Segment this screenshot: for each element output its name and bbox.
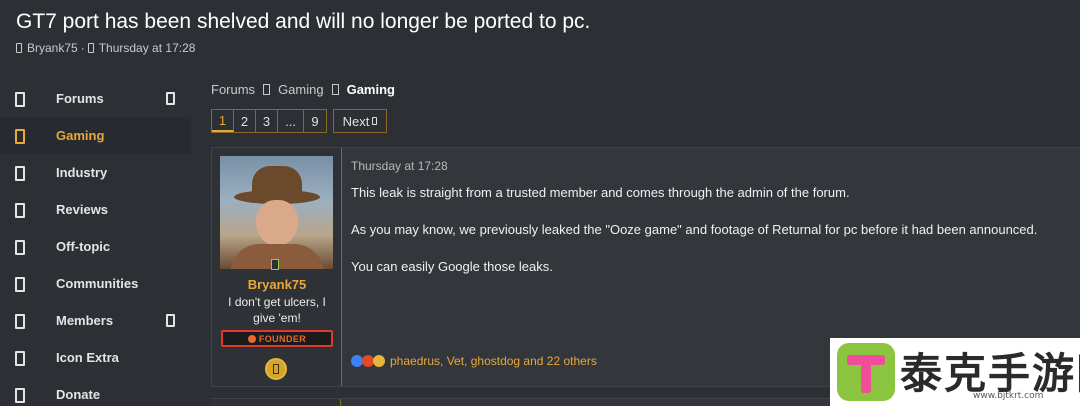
pagination: 1 2 3 ... 9 [211, 109, 327, 133]
sidebar-item-industry[interactable]: Industry [0, 154, 190, 191]
sidebar-item-label: Industry [56, 165, 108, 180]
sidebar-item-icon-extra[interactable]: Icon Extra [0, 339, 190, 376]
user-title: I don't get ulcers, I give 'em! [228, 295, 326, 325]
page-link[interactable]: 2 [234, 110, 256, 132]
watermark-logo-icon [837, 343, 895, 401]
communities-icon [15, 277, 25, 292]
sidebar-item-donate[interactable]: Donate [0, 376, 190, 406]
sidebar-item-gaming[interactable]: Gaming [0, 117, 190, 154]
sidebar-item-label: Forums [56, 91, 104, 106]
founder-logo-icon [247, 334, 256, 343]
post-date[interactable]: Thursday at 17:28 [351, 159, 448, 173]
post-paragraph: This leak is straight from a trusted mem… [351, 185, 850, 200]
off-topic-icon [15, 240, 25, 255]
page-jump[interactable]: ... [278, 110, 304, 132]
sidebar-item-forums[interactable]: Forums [0, 80, 190, 117]
reviews-icon [15, 203, 25, 218]
page-link[interactable]: 3 [256, 110, 278, 132]
sidebar-item-label: Off-topic [56, 239, 111, 254]
chevron-right-icon [331, 84, 339, 95]
founder-label: FOUNDER [258, 333, 307, 344]
sidebar-item-reviews[interactable]: Reviews [0, 191, 190, 228]
sidebar-item-label: Icon Extra [56, 350, 119, 365]
next-page-button[interactable]: Next [333, 109, 387, 133]
reactions-text[interactable]: phaedrus, Vet, ghostdog and 22 others [390, 354, 597, 368]
chevron-right-icon [372, 117, 378, 125]
breadcrumb-item[interactable]: Forums [211, 82, 255, 97]
sidebar-item-off-topic[interactable]: Off-topic [0, 228, 190, 265]
thread-title: GT7 port has been shelved and will no lo… [16, 10, 591, 33]
reactions-bar[interactable]: phaedrus, Vet, ghostdog and 22 others [351, 354, 597, 368]
trophy-badge-icon[interactable] [265, 358, 287, 380]
sidebar-item-label: Reviews [56, 202, 109, 217]
next-label: Next [342, 113, 370, 129]
thread-meta: Bryank75 · Thursday at 17:28 [16, 41, 195, 55]
gaming-icon [15, 129, 25, 144]
thread-date[interactable]: Thursday at 17:28 [99, 41, 196, 55]
breadcrumb: Forums Gaming Gaming [211, 82, 395, 97]
logo-stem [861, 363, 871, 393]
post-user-panel: Bryank75 I don't get ulcers, I give 'em!… [212, 148, 342, 386]
chevron-right-icon [263, 84, 271, 95]
breadcrumb-current[interactable]: Gaming [347, 82, 395, 97]
post-username[interactable]: Bryank75 [212, 277, 342, 292]
sidebar-item-label: Communities [56, 276, 139, 291]
donate-icon [15, 388, 25, 403]
sidebar: Forums Gaming Industry Reviews Off-topic… [0, 80, 190, 406]
breadcrumb-item[interactable]: Gaming [278, 82, 324, 97]
post-paragraph: You can easily Google those leaks. [351, 259, 553, 274]
sidebar-item-label: Members [56, 313, 114, 328]
laugh-reaction-icon [373, 355, 385, 367]
sidebar-item-label: Donate [56, 387, 101, 402]
sidebar-item-label: Gaming [56, 128, 105, 143]
forums-icon [15, 92, 25, 107]
industry-icon [15, 166, 25, 181]
badge-glyph [273, 364, 279, 374]
expand-icon[interactable] [166, 314, 175, 327]
user-icon [16, 43, 22, 53]
sidebar-item-communities[interactable]: Communities [0, 265, 190, 302]
thread-author[interactable]: Bryank75 [27, 41, 78, 55]
post-paragraph: As you may know, we previously leaked th… [351, 222, 1038, 237]
avatar[interactable] [220, 156, 333, 269]
avatar-face [256, 200, 298, 246]
online-status-icon [271, 259, 279, 270]
sidebar-item-members[interactable]: Members [0, 302, 190, 339]
next-post-user-panel [211, 399, 341, 406]
expand-icon[interactable] [166, 92, 175, 105]
meta-separator: · [80, 41, 85, 55]
watermark: 泰克手游网 www.bjtkrt.com [830, 338, 1080, 406]
icon-extra-icon [15, 351, 25, 366]
page-link-current[interactable]: 1 [212, 110, 234, 132]
members-icon [15, 314, 25, 329]
clock-icon [87, 43, 94, 53]
founder-banner: FOUNDER [221, 330, 333, 347]
page-link[interactable]: 9 [304, 110, 326, 132]
watermark-url: www.bjtkrt.com [973, 391, 1044, 401]
